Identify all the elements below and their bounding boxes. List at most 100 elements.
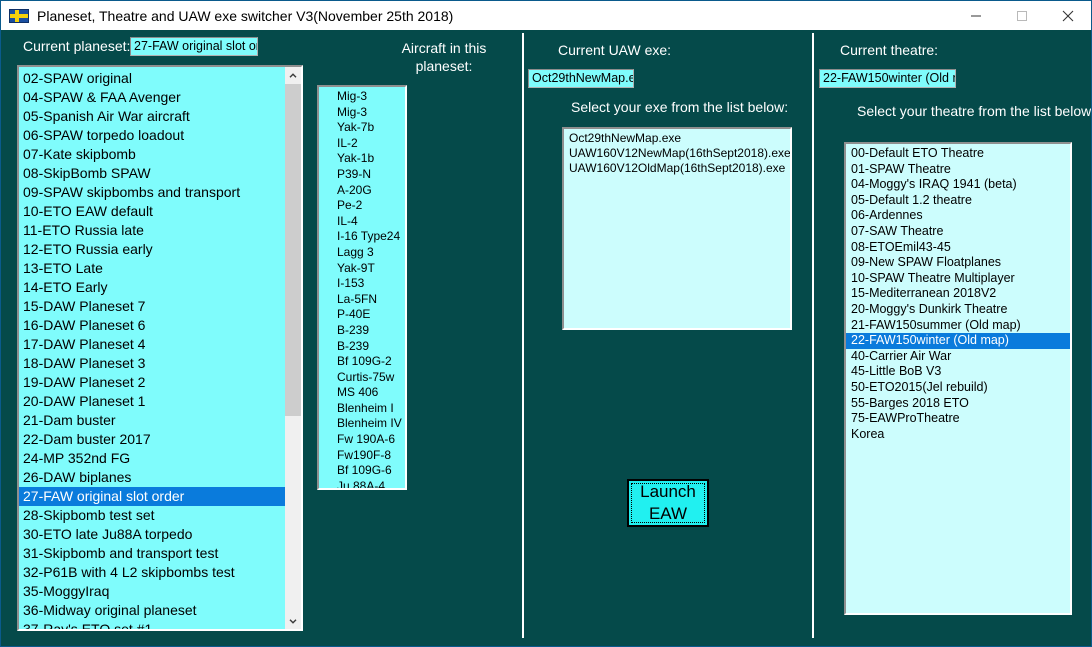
planeset-item[interactable]: 26-DAW biplanes (19, 468, 285, 487)
aircraft-item[interactable]: Yak-7b (319, 120, 405, 136)
planeset-item[interactable]: 10-ETO EAW default (19, 202, 285, 221)
aircraft-item[interactable]: I-153 (319, 276, 405, 292)
planeset-item[interactable]: 06-SPAW torpedo loadout (19, 126, 285, 145)
planeset-item[interactable]: 07-Kate skipbomb (19, 145, 285, 164)
swedish-flag-icon (9, 8, 29, 23)
planeset-item[interactable]: 05-Spanish Air War aircraft (19, 107, 285, 126)
planeset-item[interactable]: 08-SkipBomb SPAW (19, 164, 285, 183)
aircraft-item[interactable]: Blenheim I (319, 401, 405, 417)
maximize-button[interactable] (999, 2, 1045, 30)
planeset-item[interactable]: 30-ETO late Ju88A torpedo (19, 525, 285, 544)
uaw-exe-item[interactable]: UAW160V12OldMap(16thSept2018).exe (564, 161, 790, 176)
application-window: Planeset, Theatre and UAW exe switcher V… (0, 0, 1092, 647)
aircraft-item[interactable]: I-16 Type24 (319, 229, 405, 245)
theatre-item[interactable]: 04-Moggy's IRAQ 1941 (beta) (846, 177, 1070, 193)
planeset-item[interactable]: 27-FAW original slot order (19, 487, 285, 506)
aircraft-item[interactable]: Fw 190A-6 (319, 432, 405, 448)
aircraft-item[interactable]: IL-4 (319, 214, 405, 230)
scroll-up-button[interactable] (285, 67, 301, 84)
uaw-instruction: Select your exe from the list below: (571, 99, 789, 115)
planeset-item[interactable]: 18-DAW Planeset 3 (19, 354, 285, 373)
planeset-item[interactable]: 15-DAW Planeset 7 (19, 297, 285, 316)
planeset-item[interactable]: 17-DAW Planeset 4 (19, 335, 285, 354)
aircraft-item[interactable]: Bf 109G-6 (319, 463, 405, 479)
aircraft-item[interactable]: Mig-3 (319, 105, 405, 121)
theatre-item[interactable]: 07-SAW Theatre (846, 224, 1070, 240)
aircraft-item[interactable]: Mig-3 (319, 89, 405, 105)
aircraft-item[interactable]: B-239 (319, 323, 405, 339)
theatre-item[interactable]: 40-Carrier Air War (846, 349, 1070, 365)
minimize-icon (971, 15, 981, 16)
planeset-item[interactable]: 32-P61B with 4 L2 skipbombs test (19, 563, 285, 582)
aircraft-item[interactable]: Fw190F-8 (319, 448, 405, 464)
theatre-item[interactable]: 21-FAW150summer (Old map) (846, 318, 1070, 334)
aircraft-item[interactable]: La-5FN (319, 292, 405, 308)
current-theatre-value[interactable]: 22-FAW150winter (Old map) (819, 69, 956, 88)
theatre-item[interactable]: 55-Barges 2018 ETO (846, 396, 1070, 412)
current-planeset-value[interactable]: 27-FAW original slot order (130, 37, 258, 56)
aircraft-item[interactable]: Curtis-75w (319, 370, 405, 386)
theatre-item[interactable]: 00-Default ETO Theatre (846, 146, 1070, 162)
theatre-item[interactable]: 22-FAW150winter (Old map) (846, 333, 1070, 349)
scroll-down-button[interactable] (285, 612, 301, 629)
theatre-item[interactable]: 45-Little BoB V3 (846, 364, 1070, 380)
theatre-item[interactable]: 05-Default 1.2 theatre (846, 193, 1070, 209)
close-button[interactable] (1045, 2, 1091, 30)
theatre-item[interactable]: 09-New SPAW Floatplanes (846, 255, 1070, 271)
theatre-item[interactable]: 75-EAWProTheatre (846, 411, 1070, 427)
aircraft-item[interactable]: Pe-2 (319, 198, 405, 214)
aircraft-item[interactable]: Bf 109G-2 (319, 354, 405, 370)
aircraft-item[interactable]: Lagg 3 (319, 245, 405, 261)
planeset-item[interactable]: 11-ETO Russia late (19, 221, 285, 240)
planeset-item[interactable]: 35-MoggyIraq (19, 582, 285, 601)
theatre-item[interactable]: 20-Moggy's Dunkirk Theatre (846, 302, 1070, 318)
aircraft-item[interactable]: Ju 88A-4 (319, 479, 405, 488)
theatre-item[interactable]: 01-SPAW Theatre (846, 162, 1070, 178)
planeset-item[interactable]: 16-DAW Planeset 6 (19, 316, 285, 335)
scroll-track[interactable] (285, 84, 301, 612)
aircraft-item[interactable]: IL-2 (319, 136, 405, 152)
minimize-button[interactable] (953, 2, 999, 30)
theatre-item[interactable]: 15-Mediterranean 2018V2 (846, 286, 1070, 302)
planeset-item[interactable]: 36-Midway original planeset (19, 601, 285, 620)
aircraft-item[interactable]: P39-N (319, 167, 405, 183)
planeset-item[interactable]: 02-SPAW original (19, 69, 285, 88)
aircraft-item[interactable]: Blenheim IV (319, 416, 405, 432)
planeset-item[interactable]: 14-ETO Early (19, 278, 285, 297)
aircraft-item[interactable]: Yak-1b (319, 151, 405, 167)
planeset-item[interactable]: 20-DAW Planeset 1 (19, 392, 285, 411)
aircraft-listbox[interactable]: Mig-3 Mig-3 Yak-7b IL-2 Yak-1b P39-N A-20G Pe-2… (317, 85, 407, 490)
scroll-thumb[interactable] (285, 84, 301, 416)
planeset-item[interactable]: 37-Ray's ETO set #1 (19, 620, 285, 629)
aircraft-item[interactable]: B-239 (319, 339, 405, 355)
planeset-item[interactable]: 09-SPAW skipbombs and transport (19, 183, 285, 202)
launch-eaw-button[interactable]: Launch EAW (627, 479, 709, 527)
planeset-item[interactable]: 22-Dam buster 2017 (19, 430, 285, 449)
theatre-item[interactable]: 10-SPAW Theatre Multiplayer (846, 271, 1070, 287)
theatre-item[interactable]: 50-ETO2015(Jel rebuild) (846, 380, 1070, 396)
aircraft-item[interactable]: P-40E (319, 307, 405, 323)
planeset-item[interactable]: 28-Skipbomb test set (19, 506, 285, 525)
uaw-exe-listbox[interactable]: Oct29thNewMap.exe UAW160V12NewMap(16thSep… (562, 127, 792, 330)
planeset-item[interactable]: 04-SPAW & FAA Avenger (19, 88, 285, 107)
current-uaw-value[interactable]: Oct29thNewMap.exe (528, 69, 634, 88)
planeset-item[interactable]: 13-ETO Late (19, 259, 285, 278)
planeset-item[interactable]: 31-Skipbomb and transport test (19, 544, 285, 563)
title-bar: Planeset, Theatre and UAW exe switcher V… (1, 1, 1091, 30)
planeset-item[interactable]: 19-DAW Planeset 2 (19, 373, 285, 392)
aircraft-item[interactable]: A-20G (319, 183, 405, 199)
planeset-item[interactable]: 24-MP 352nd FG (19, 449, 285, 468)
planeset-item[interactable]: 12-ETO Russia early (19, 240, 285, 259)
aircraft-item[interactable]: MS 406 (319, 385, 405, 401)
uaw-exe-item[interactable]: Oct29thNewMap.exe (564, 131, 790, 146)
planeset-listbox[interactable]: 02-SPAW original 04-SPAW & FAA Avenger 05-… (17, 65, 303, 631)
theatre-listbox[interactable]: 00-Default ETO Theatre 01-SPAW Theatre 04-… (844, 142, 1072, 615)
theatre-item[interactable]: Korea (846, 427, 1070, 443)
aircraft-item[interactable]: Yak-9T (319, 261, 405, 277)
uaw-exe-item[interactable]: UAW160V12NewMap(16thSept2018).exe (564, 146, 790, 161)
theatre-item[interactable]: 08-ETOEmil43-45 (846, 240, 1070, 256)
planeset-scrollbar[interactable] (285, 67, 301, 629)
theatre-item[interactable]: 06-Ardennes (846, 208, 1070, 224)
planeset-item[interactable]: 21-Dam buster (19, 411, 285, 430)
pane-divider-left (522, 33, 524, 638)
